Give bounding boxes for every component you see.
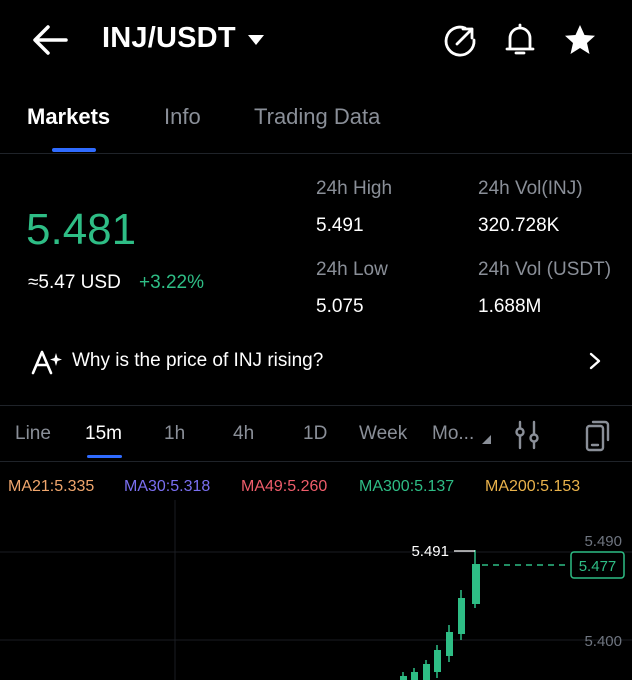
current-price-tag: 5.477 [579,558,617,575]
high-label: 24h High [316,178,393,199]
timeframe-line[interactable]: Line [15,423,51,445]
divider [0,153,632,154]
ma21-value: MA21:5.335 [8,478,95,495]
ma49-value: MA49:5.260 [241,478,328,495]
candle [446,632,453,656]
high-value: 5.491 [316,215,364,236]
rotate-screen-icon[interactable] [583,418,611,452]
candles [400,550,480,680]
indicator-settings-icon[interactable] [514,420,540,450]
price-change-percent: +3.22% [139,272,204,293]
top-bar: INJ/USDT [0,0,632,82]
tab-info[interactable]: Info [164,104,201,130]
chart-grid [0,500,632,680]
favorite-star-icon[interactable] [562,22,598,58]
ma300-value: MA300:5.137 [359,478,455,495]
high-marker-label: 5.491 [411,543,449,560]
chevron-right-icon[interactable] [588,351,602,371]
candle [411,672,418,680]
active-timeframe-indicator [87,455,122,458]
timeframe-1d[interactable]: 1D [303,423,327,445]
more-dropdown-icon[interactable] [482,435,491,444]
timeframe-4h[interactable]: 4h [233,423,254,445]
timeframe-week[interactable]: Week [359,423,407,445]
back-arrow-icon[interactable] [30,22,70,58]
candle [423,664,430,680]
ma30-value: MA30:5.318 [124,478,211,495]
active-tab-indicator [52,148,96,152]
candle [400,676,407,680]
divider [0,405,632,406]
timeframe-more[interactable]: Mo... [432,423,474,445]
vol-usdt-label: 24h Vol (USDT) [478,259,612,280]
tab-trading-data[interactable]: Trading Data [254,104,380,130]
tab-markets[interactable]: Markets [27,104,110,130]
vol-inj-label: 24h Vol(INJ) [478,178,583,199]
low-label: 24h Low [316,259,388,280]
candlestick-chart[interactable]: 5.491 5.490 5.477 5.400 [0,500,632,680]
vol-usdt-value: 1.688M [478,296,542,317]
vol-inj-value: 320.728K [478,215,560,236]
last-price: 5.481 [26,205,137,254]
usd-price: ≈5.47 USD [28,272,121,293]
candle [434,650,441,672]
pair-title[interactable]: INJ/USDT [102,22,236,55]
candle [472,564,480,604]
price-insight-text[interactable]: Why is the price of INJ rising? [72,350,323,372]
timeframe-1h[interactable]: 1h [164,423,185,445]
bell-icon[interactable] [503,22,537,58]
share-icon[interactable] [443,24,477,58]
timeframe-15m[interactable]: 15m [85,423,122,445]
ma200-value: MA200:5.153 [485,478,581,495]
divider [0,461,632,462]
candle [458,598,465,634]
pair-dropdown-icon[interactable] [248,35,264,45]
y-axis-tick: 5.490 [584,533,622,550]
ai-sparkle-icon [31,350,62,375]
y-axis-tick: 5.400 [584,633,622,650]
low-value: 5.075 [316,296,364,317]
